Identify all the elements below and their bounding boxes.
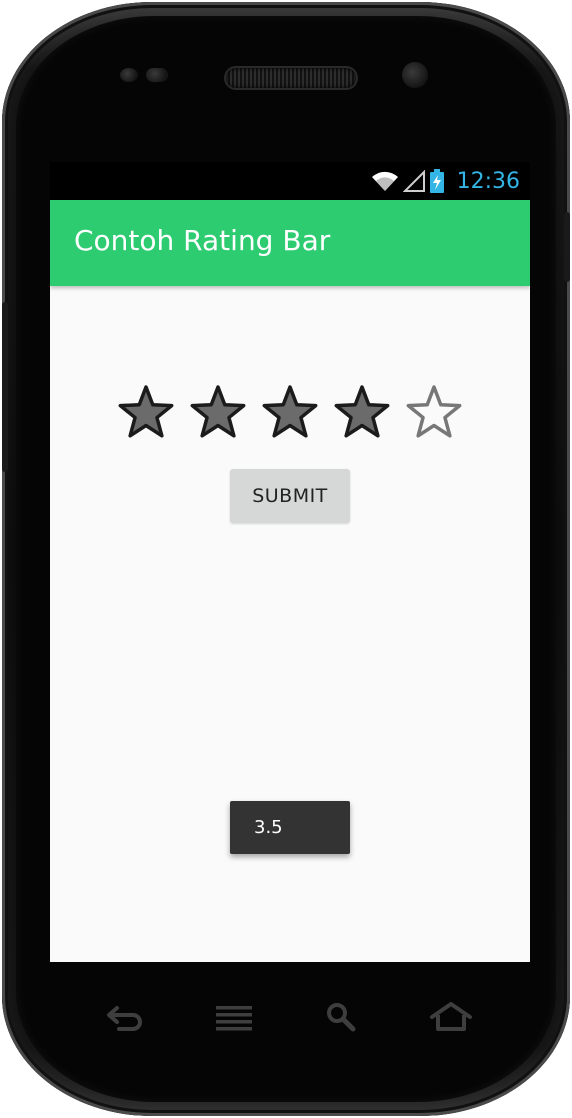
action-bar: Contoh Rating Bar: [50, 200, 530, 286]
status-icons: 12:36: [371, 168, 520, 194]
menu-icon[interactable]: [211, 997, 257, 1037]
search-icon[interactable]: [319, 997, 365, 1037]
front-camera: [402, 62, 428, 88]
toast-message: 3.5: [230, 801, 350, 854]
star-filled-icon[interactable]: [332, 382, 392, 442]
star-empty-icon[interactable]: [404, 382, 464, 442]
battery-charging-icon: [429, 169, 444, 193]
earpiece-speaker: [226, 68, 356, 88]
star-filled-icon[interactable]: [260, 382, 320, 442]
star-filled-icon[interactable]: [116, 382, 176, 442]
status-bar: 12:36: [50, 162, 530, 200]
light-sensor: [146, 68, 168, 82]
device-screen: 12:36 Contoh Rating Bar SUBMIT 3.5: [50, 162, 530, 962]
home-icon[interactable]: [428, 997, 474, 1037]
rating-bar[interactable]: [116, 382, 464, 442]
power-button[interactable]: [564, 212, 570, 282]
app-title: Contoh Rating Bar: [74, 224, 331, 257]
star-filled-icon[interactable]: [188, 382, 248, 442]
phone-frame: 12:36 Contoh Rating Bar SUBMIT 3.5: [2, 2, 570, 1116]
submit-button[interactable]: SUBMIT: [230, 469, 350, 523]
volume-button[interactable]: [2, 302, 8, 472]
proximity-sensor: [120, 68, 138, 82]
back-icon[interactable]: [102, 997, 148, 1037]
hardware-nav-keys: [62, 992, 514, 1042]
status-clock: 12:36: [456, 168, 520, 194]
wifi-icon: [371, 171, 398, 191]
signal-icon: [402, 170, 425, 192]
